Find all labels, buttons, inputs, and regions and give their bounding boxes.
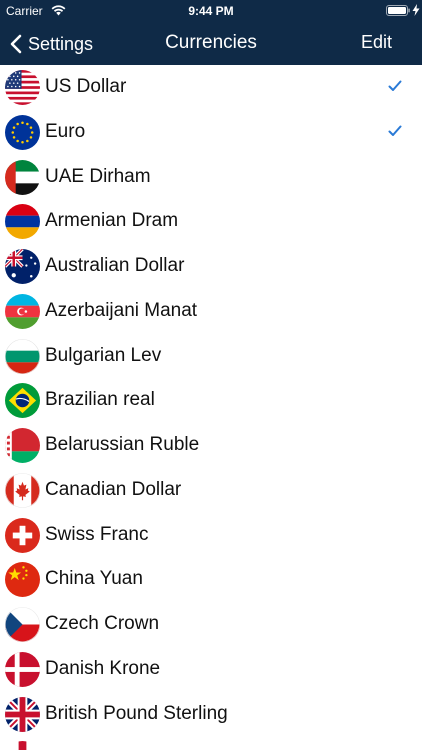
switzerland-flag-icon: [5, 517, 40, 553]
list-item[interactable]: Canadian Dollar: [0, 468, 422, 513]
currency-name: Canadian Dollar: [45, 478, 182, 500]
czech-flag-icon: [5, 607, 40, 642]
clock: 9:44 PM: [188, 4, 234, 18]
list-item[interactable]: Swiss Franc: [0, 513, 422, 558]
navigation-bar: Settings Currencies Edit: [0, 22, 422, 65]
currency-name: Brazilian real: [45, 389, 155, 411]
list-item[interactable]: Azerbaijani Manat: [0, 289, 422, 334]
currency-name: Armenian Dram: [45, 210, 179, 232]
currency-name: US Dollar: [45, 76, 127, 97]
currency-name: UAE Dirham: [45, 165, 151, 187]
list-item[interactable]: Bulgarian Lev: [0, 334, 422, 379]
currency-name: China Yuan: [45, 568, 143, 590]
currency-name: Euro: [45, 120, 86, 142]
currency-list: US Dollar Euro UAE Dirham Armenian Dram …: [0, 65, 422, 750]
azerbaijan-flag-icon: [5, 293, 40, 329]
checkmark-icon: [388, 125, 402, 136]
list-item[interactable]: Armenian Dram: [0, 199, 422, 244]
eu-flag-icon: [5, 114, 40, 150]
charging-bolt-icon: [412, 4, 420, 16]
currencies-screen: Carrier 9:44 PM Settings Currencies Edit: [0, 0, 422, 750]
belarus-flag-icon: [5, 428, 40, 463]
brazil-flag-icon: [5, 383, 40, 419]
checkmark-icon: [388, 80, 402, 91]
page-title: Currencies: [165, 32, 257, 53]
partial-flag-icon: [5, 741, 40, 750]
list-item[interactable]: Czech Crown: [0, 602, 422, 647]
currency-name: Azerbaijani Manat: [45, 299, 198, 321]
list-item[interactable]: [0, 736, 422, 750]
list-item[interactable]: British Pound Sterling: [0, 692, 422, 737]
currency-name: Czech Crown: [45, 613, 160, 634]
battery-icon: [386, 5, 410, 16]
list-item[interactable]: Danish Krone: [0, 647, 422, 692]
status-bar: Carrier 9:44 PM: [0, 0, 422, 22]
list-item[interactable]: Belarussian Ruble: [0, 423, 422, 468]
edit-button[interactable]: Edit: [361, 32, 392, 53]
uae-flag-icon: [5, 159, 40, 195]
armenia-flag-icon: [5, 204, 40, 240]
us-flag-icon: [5, 70, 40, 105]
list-item[interactable]: Euro: [0, 110, 422, 155]
currency-name: Australian Dollar: [45, 255, 185, 276]
list-item[interactable]: Brazilian real: [0, 378, 422, 423]
currency-name: Danish Krone: [45, 657, 161, 679]
china-flag-icon: [5, 562, 40, 598]
list-item[interactable]: US Dollar: [0, 65, 422, 110]
uk-flag-icon: [5, 696, 40, 732]
denmark-flag-icon: [5, 651, 40, 687]
list-item[interactable]: China Yuan: [0, 557, 422, 602]
list-item[interactable]: Australian Dollar: [0, 244, 422, 289]
currency-name: Belarussian Ruble: [45, 434, 200, 455]
list-item[interactable]: UAE Dirham: [0, 155, 422, 200]
currency-name: Swiss Franc: [45, 523, 149, 545]
bulgaria-flag-icon: [5, 338, 40, 374]
australia-flag-icon: [5, 249, 40, 284]
canada-flag-icon: [5, 472, 40, 508]
currency-name: British Pound Sterling: [45, 702, 228, 724]
currency-name: Bulgarian Lev: [45, 344, 162, 366]
